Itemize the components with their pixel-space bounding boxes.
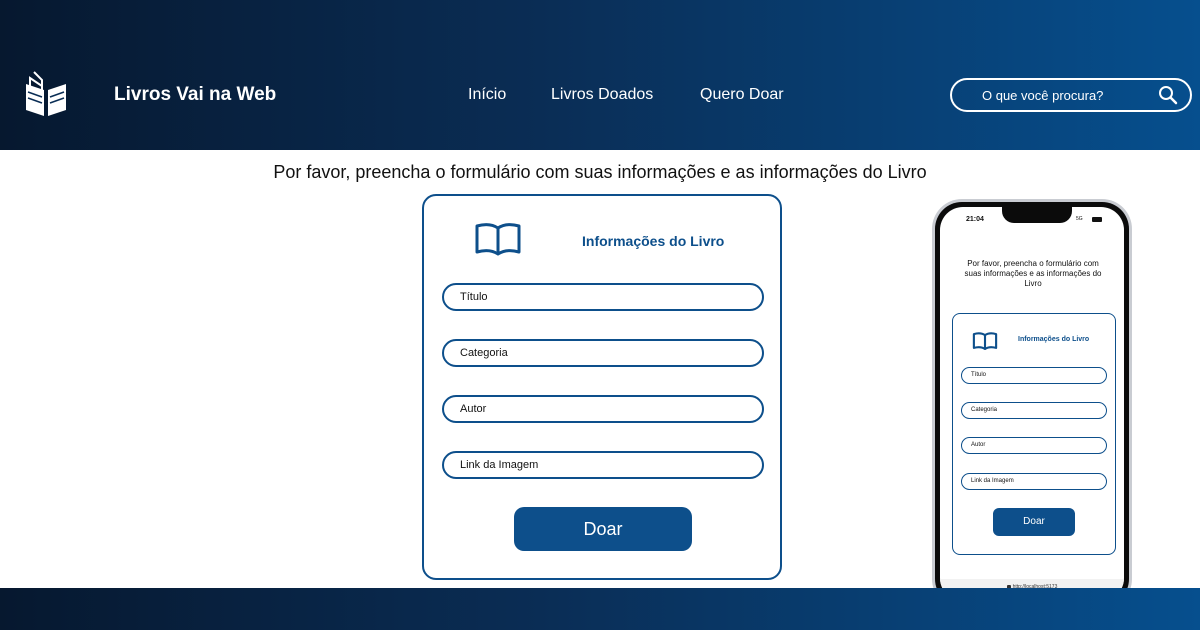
search-box: [950, 78, 1192, 112]
brand-name[interactable]: Livros Vai na Web: [114, 84, 276, 106]
nav-link-quero-doar[interactable]: Quero Doar: [700, 86, 784, 104]
open-book-logo-icon[interactable]: [22, 70, 70, 118]
phone-form-title: Informações do Livro: [1018, 336, 1090, 343]
titulo-input[interactable]: [460, 289, 750, 305]
phone-bezel: 21:04 5G Por favor, preencha o formulári…: [935, 202, 1129, 606]
titulo-field-wrapper: [442, 283, 764, 311]
book-icon: [475, 223, 521, 256]
form-instructions: Por favor, preencha o formulário com sua…: [273, 162, 927, 182]
form-title: Informações do Livro: [582, 233, 725, 249]
categoria-field-wrapper: [442, 339, 764, 367]
categoria-input[interactable]: [460, 345, 750, 361]
phone-link-imagem-label: Link da Imagem: [971, 478, 1014, 484]
link-imagem-input[interactable]: [460, 457, 750, 473]
phone-autor-field: Autor: [961, 437, 1107, 454]
phone-doar-button: Doar: [993, 508, 1075, 536]
battery-icon: [1092, 217, 1102, 222]
phone-link-imagem-field: Link da Imagem: [961, 473, 1107, 490]
phone-screen: 21:04 5G Por favor, preencha o formulári…: [940, 207, 1124, 601]
phone-titulo-field: Título: [961, 367, 1107, 384]
phone-titulo-label: Título: [971, 372, 987, 378]
phone-instructions: Por favor, preencha o formulário com sua…: [964, 259, 1102, 288]
phone-categoria-label: Categoria: [971, 407, 998, 413]
nav-link-inicio[interactable]: Início: [468, 86, 506, 104]
phone-mockup: 21:04 5G Por favor, preencha o formulári…: [932, 199, 1132, 609]
phone-notch: [1002, 207, 1072, 223]
autor-input[interactable]: [460, 401, 750, 417]
search-input[interactable]: [982, 85, 1152, 105]
header: Livros Vai na Web Início Livros Doados Q…: [0, 0, 1200, 150]
phone-book-form: Informações do Livro Título Categoria Au…: [952, 313, 1116, 555]
phone-clock: 21:04: [966, 216, 984, 223]
phone-autor-label: Autor: [971, 442, 986, 448]
phone-network: 5G: [1076, 216, 1083, 222]
doar-button[interactable]: Doar: [514, 507, 692, 551]
phone-book-icon: [972, 332, 998, 350]
book-form: Informações do Livro Doar: [422, 194, 782, 580]
link-imagem-field-wrapper: [442, 451, 764, 479]
search-icon[interactable]: [1158, 85, 1178, 105]
autor-field-wrapper: [442, 395, 764, 423]
phone-categoria-field: Categoria: [961, 402, 1107, 419]
nav-link-livros-doados[interactable]: Livros Doados: [551, 86, 653, 104]
footer: [0, 588, 1200, 630]
